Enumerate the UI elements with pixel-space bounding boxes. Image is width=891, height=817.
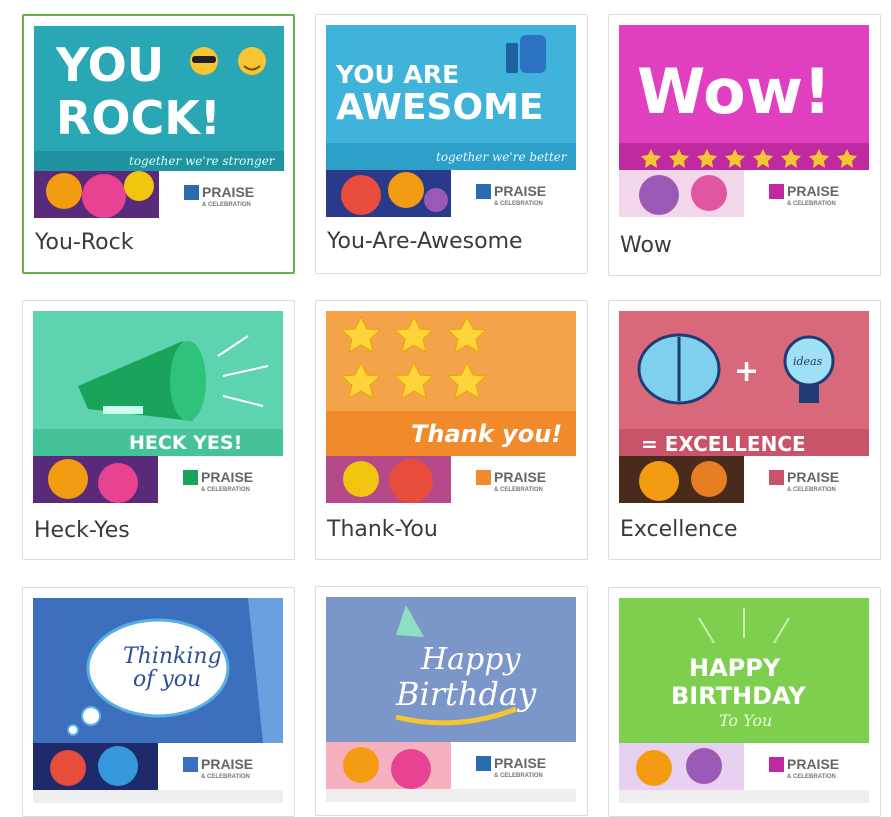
- tagline: To You: [719, 711, 772, 730]
- card-label: Thank-You: [327, 517, 438, 542]
- card-excellence[interactable]: + ideas = EXCELLENCE PRAISE & CELEBRATIO…: [608, 300, 881, 560]
- brand-name: PRAISE: [494, 183, 546, 199]
- headline-line-2: Birthday: [395, 675, 537, 713]
- card-image: Thank you! PRAISE & CELEBRATION: [326, 311, 576, 503]
- card-label: You-Rock: [35, 230, 134, 255]
- card-image: Happy Birthday PRAISE & CELEBRATION: [326, 597, 576, 802]
- card-wow[interactable]: Wow! PRAISE & CELEBRATION Wow: [608, 14, 881, 276]
- brand-sub: & CELEBRATION: [494, 201, 543, 207]
- brand-name: PRAISE: [201, 756, 253, 772]
- brand-sub: & CELEBRATION: [201, 774, 250, 780]
- card-image: HECK YES! PRAISE & CELEBRATION: [33, 311, 283, 503]
- headline-line-1: Thinking: [123, 644, 222, 669]
- svg-text:+: +: [734, 354, 759, 389]
- card-image: YOU ROCK! together we're stronger PRAISE…: [34, 26, 284, 218]
- card-image: + ideas = EXCELLENCE PRAISE & CELEBRATIO…: [619, 311, 869, 503]
- headline: HECK YES!: [129, 432, 242, 454]
- brand-sub: & CELEBRATION: [201, 487, 250, 493]
- headline-line-2: ROCK!: [56, 91, 221, 145]
- card-label: Wow: [620, 233, 672, 258]
- headline-line-2: BIRTHDAY: [671, 682, 806, 710]
- card-thank-you[interactable]: Thank you! PRAISE & CELEBRATION Thank-Yo…: [315, 300, 588, 560]
- card-label: You-Are-Awesome: [327, 229, 523, 254]
- brand-name: PRAISE: [494, 755, 546, 771]
- brand-name: PRAISE: [787, 469, 839, 485]
- bulb-text: ideas: [793, 355, 823, 368]
- card-image: Thinking of you PRAISE & CELEBRATION: [33, 598, 283, 803]
- card-label: Heck-Yes: [34, 518, 130, 543]
- brand-sub: & CELEBRATION: [787, 201, 836, 207]
- card-label: Excellence: [620, 517, 738, 542]
- headline-line-2: AWESOME: [336, 87, 544, 128]
- card-you-are-awesome[interactable]: YOU ARE AWESOME together we're better PR…: [315, 14, 588, 274]
- card-heck-yes[interactable]: HECK YES! PRAISE & CELEBRATION Heck-Yes: [22, 300, 295, 560]
- card-you-rock[interactable]: YOU ROCK! together we're stronger PRAISE…: [22, 14, 295, 274]
- brand-name: PRAISE: [787, 756, 839, 772]
- brand-sub: & CELEBRATION: [494, 773, 543, 779]
- card-thinking-of-you[interactable]: Thinking of you PRAISE & CELEBRATION: [22, 587, 295, 817]
- brand-name: PRAISE: [787, 183, 839, 199]
- card-image: HAPPY BIRTHDAY To You PRAISE & CELEBRATI…: [619, 598, 869, 803]
- headline-line-2: of you: [133, 667, 201, 692]
- card-happy-birthday-to-you[interactable]: HAPPY BIRTHDAY To You PRAISE & CELEBRATI…: [608, 587, 881, 817]
- brand-sub: & CELEBRATION: [494, 487, 543, 493]
- brand-sub: & CELEBRATION: [787, 487, 836, 493]
- headline-line-1: HAPPY: [689, 654, 781, 682]
- headline-line-1: YOU: [55, 38, 164, 92]
- card-image: Wow! PRAISE & CELEBRATION: [619, 25, 869, 217]
- brand-name: PRAISE: [202, 184, 254, 200]
- headline-line-1: YOU ARE: [335, 60, 459, 89]
- tagline: together we're stronger: [129, 154, 276, 168]
- brand-sub: & CELEBRATION: [202, 202, 251, 208]
- card-happy-birthday[interactable]: Happy Birthday PRAISE & CELEBRATION: [315, 586, 588, 816]
- brand-name: PRAISE: [494, 469, 546, 485]
- headline: Thank you!: [411, 420, 562, 448]
- headline: Wow!: [637, 55, 831, 128]
- headline-line-1: Happy: [420, 642, 521, 677]
- tagline: together we're better: [436, 150, 568, 164]
- brand-sub: & CELEBRATION: [787, 774, 836, 780]
- headline: = EXCELLENCE: [641, 432, 806, 456]
- brand-name: PRAISE: [201, 469, 253, 485]
- card-image: YOU ARE AWESOME together we're better PR…: [326, 25, 576, 217]
